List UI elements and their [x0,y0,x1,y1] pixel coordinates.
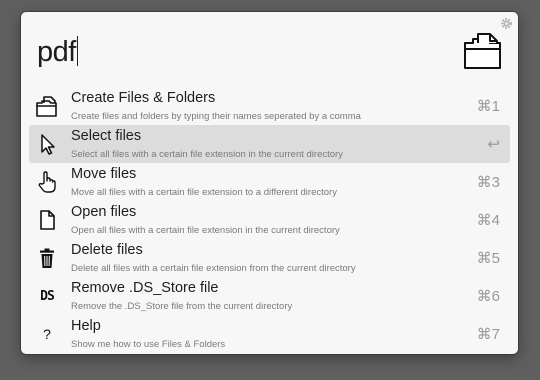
results-list: Create Files & Folders Create files and … [21,87,518,353]
result-subtitle: Move all files with a certain file exten… [71,187,337,198]
document-icon [35,208,59,232]
result-title: Move files [71,166,137,182]
result-open-files[interactable]: Open files Open all files with a certain… [29,201,510,239]
result-subtitle: Show me how to use Files & Folders [71,339,226,350]
result-title: Help [71,318,101,334]
result-title: Select files [71,128,142,144]
result-shortcut: ⌘4 [476,212,500,229]
question-mark-icon: ? [35,322,59,346]
result-shortcut: ⌘5 [476,250,500,267]
trash-icon [35,246,59,270]
folder-stack-icon [35,94,59,118]
result-subtitle: Delete all files with a certain file ext… [71,263,356,274]
result-select-files[interactable]: Select files Select all files with a cer… [29,125,510,163]
result-subtitle: Select all files with a certain file ext… [71,149,343,160]
result-shortcut: ⌘6 [476,288,500,305]
search-input[interactable]: pdf [37,34,78,70]
result-shortcut: ↩ [487,136,500,153]
result-shortcut: ⌘3 [476,174,500,191]
search-query-text: pdf [37,36,76,68]
result-create-files-folders[interactable]: Create Files & Folders Create files and … [29,87,510,125]
files-folders-app-icon [464,33,501,69]
ds-text-icon: DS [35,284,59,308]
result-subtitle: Create files and folders by typing their… [71,111,361,122]
ds-icon-text: DS [40,288,55,304]
cursor-arrow-icon [35,132,59,156]
question-icon-text: ? [43,326,51,342]
result-title: Create Files & Folders [71,90,216,106]
result-remove-ds-store[interactable]: DS Remove .DS_Store file Remove the .DS_… [29,277,510,315]
text-caret [76,36,78,66]
result-subtitle: Open all files with a certain file exten… [71,225,340,236]
result-title: Delete files [71,242,143,258]
result-title: Open files [71,204,137,220]
result-title: Remove .DS_Store file [71,280,219,296]
result-shortcut: ⌘7 [476,326,500,343]
result-help[interactable]: ? Help Show me how to use Files & Folder… [29,315,510,353]
launcher-panel: pdf Create Files & Folders Create files … [21,12,518,354]
result-delete-files[interactable]: Delete files Delete all files with a cer… [29,239,510,277]
result-shortcut: ⌘1 [476,98,500,115]
result-subtitle: Remove the .DS_Store file from the curre… [71,301,293,312]
result-move-files[interactable]: Move files Move all files with a certain… [29,163,510,201]
hand-pointer-icon [35,170,59,194]
